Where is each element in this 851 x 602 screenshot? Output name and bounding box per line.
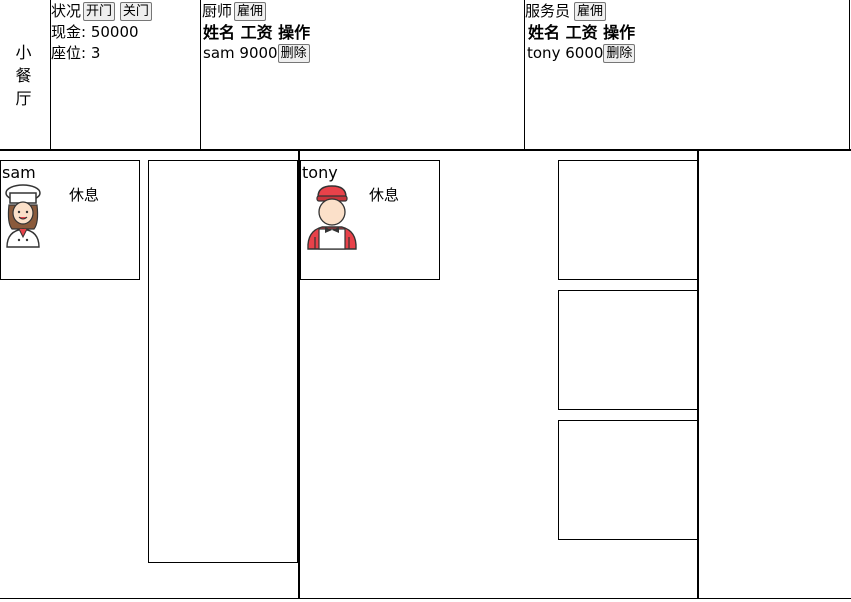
chef-panel: 厨师 雇佣 姓名 工资 操作 sam 9000 删除 bbox=[201, 0, 525, 150]
cash-display: 现金: 50000 bbox=[51, 23, 139, 41]
restaurant-title-panel: 小 餐 厅 bbox=[0, 0, 51, 150]
main-divider bbox=[0, 149, 851, 151]
table-row: tony 6000 删除 bbox=[525, 43, 849, 64]
waiter-name: tony bbox=[527, 44, 561, 62]
seats-display: 座位: 3 bbox=[51, 44, 101, 62]
table-slot bbox=[558, 420, 698, 540]
status-label: 状况 bbox=[51, 2, 82, 20]
hire-waiter-button[interactable]: 雇佣 bbox=[574, 2, 607, 21]
waiter-status: 休息 bbox=[369, 186, 400, 204]
close-button[interactable]: 关门 bbox=[119, 2, 152, 21]
delete-chef-button[interactable]: 删除 bbox=[277, 44, 310, 63]
kitchen-station bbox=[148, 160, 298, 563]
chef-salary: 9000 bbox=[239, 44, 278, 62]
waiter-panel-label: 服务员 bbox=[525, 2, 571, 20]
table-slot bbox=[558, 160, 698, 280]
waiter-panel: 服务员 雇佣 姓名 工资 操作 tony 6000 删除 bbox=[525, 0, 850, 150]
hire-chef-button[interactable]: 雇佣 bbox=[234, 2, 267, 21]
delete-waiter-button[interactable]: 删除 bbox=[603, 44, 636, 63]
chef-table-header: 姓名 工资 操作 bbox=[203, 23, 311, 42]
restaurant-title: 小 餐 厅 bbox=[15, 42, 35, 108]
chef-status: 休息 bbox=[69, 186, 100, 204]
table-row: sam 9000 删除 bbox=[202, 43, 524, 64]
chef-card-name: sam bbox=[2, 163, 36, 182]
chef-woman-icon bbox=[3, 183, 43, 249]
waiter-table-header: 姓名 工资 操作 bbox=[528, 23, 636, 42]
waiter-card-name: tony bbox=[302, 163, 338, 182]
waiter-man-icon bbox=[304, 185, 362, 251]
chef-name: sam bbox=[203, 44, 235, 62]
waiter-card: tony 休息 bbox=[300, 160, 440, 280]
chef-card: sam 休息 bbox=[0, 160, 140, 280]
open-button[interactable]: 开门 bbox=[83, 2, 116, 21]
bottom-border bbox=[0, 598, 851, 599]
table-slot bbox=[558, 290, 698, 410]
waiter-salary: 6000 bbox=[565, 44, 604, 62]
status-panel: 状况 开门 关门 现金: 50000 座位: 3 bbox=[51, 0, 201, 150]
chef-panel-label: 厨师 bbox=[202, 2, 233, 20]
